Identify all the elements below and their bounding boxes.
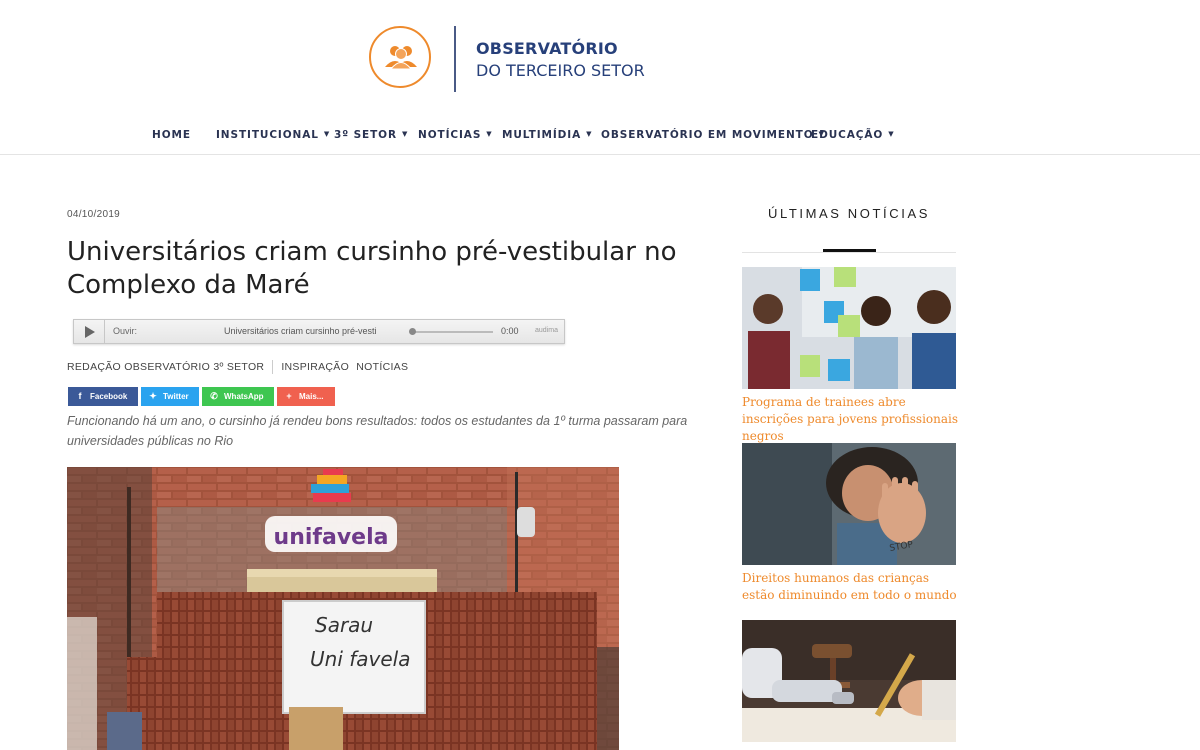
news-thumbnail[interactable]: STOP [742,443,956,565]
nav-noticias[interactable]: NOTÍCIAS ▼ [418,129,493,141]
facebook-icon: f [78,391,82,401]
news-link[interactable]: Programa de trainees abre inscrições par… [742,394,962,445]
news-thumbnail[interactable] [742,267,956,389]
player-time: 0:00 [501,326,519,336]
chevron-down-icon: ▼ [888,130,895,138]
share-label: WhatsApp [224,392,264,401]
article-meta: REDAÇÃO OBSERVATÓRIO 3º SETOR INSPIRAÇÃO … [67,360,412,374]
news-link[interactable]: Direitos humanos das crianças estão dimi… [742,570,962,604]
whiteboard-line1: Sarau [315,613,373,637]
plus-icon: + [286,391,292,401]
player-track-title: Universitários criam cursinho pré-vesti [224,326,377,336]
whatsapp-icon: ✆ [210,391,218,401]
sidebar-title: ÚLTIMAS NOTÍCIAS [768,206,930,221]
article-title: Universitários criam cursinho pré-vestib… [67,237,677,300]
nav-label: EDUCAÇÃO [811,129,884,141]
share-label: Facebook [90,392,128,401]
nav-label: 3º SETOR [334,129,397,141]
nav-label: OBSERVATÓRIO EM MOVIMENTO [601,129,814,141]
main-navigation: HOME INSTITUCIONAL ▼ 3º SETOR ▼ NOTÍCIAS ▼ … [0,129,1200,145]
sidebar-title-accent [823,249,876,252]
chevron-down-icon: ▼ [586,130,593,138]
article-author[interactable]: REDAÇÃO OBSERVATÓRIO 3º SETOR [67,361,264,373]
meta-divider [272,360,274,374]
logo-subtitle[interactable]: DO TERCEIRO SETOR [476,61,645,80]
share-more-button[interactable]: + Mais... [277,387,335,406]
share-label: Twitter [163,392,189,401]
logo-title[interactable]: OBSERVATÓRIO [476,39,618,58]
header-divider [0,154,1200,155]
news-thumbnail[interactable] [742,620,956,742]
nav-institucional[interactable]: INSTITUCIONAL ▼ [216,129,330,141]
chevron-down-icon: ▼ [402,130,409,138]
category-link[interactable]: INSPIRAÇÃO [281,361,349,373]
people-group-icon [385,46,417,70]
share-label: Mais... [299,392,324,401]
logo-mark[interactable] [369,26,431,88]
chevron-down-icon: ▼ [486,130,493,138]
nav-label: HOME [152,129,191,141]
logo-divider [454,26,456,92]
nav-multimidia[interactable]: MULTIMÍDIA ▼ [502,129,592,141]
article-image[interactable]: unifavela Sarau Uni favela [67,467,619,750]
share-facebook-button[interactable]: f Facebook [68,387,138,406]
player-seek-handle[interactable] [409,328,416,335]
sidebar-divider [742,252,956,253]
player-listen-label: Ouvir: [113,326,138,336]
nav-label: INSTITUCIONAL [216,129,319,141]
nav-3-setor[interactable]: 3º SETOR ▼ [334,129,408,141]
nav-educacao[interactable]: EDUCAÇÃO ▼ [811,129,895,141]
category-link[interactable]: NOTÍCIAS [356,361,408,373]
audio-player: Ouvir: Universitários criam cursinho pré… [73,319,565,344]
article-excerpt: Funcionando há um ano, o cursinho já ren… [67,414,688,448]
article-date: 04/10/2019 [67,209,121,220]
player-brand[interactable]: audima [535,327,558,334]
share-whatsapp-button[interactable]: ✆ WhatsApp [202,387,274,406]
nav-label: NOTÍCIAS [418,129,482,141]
chevron-down-icon: ▼ [323,130,331,138]
play-icon[interactable] [74,320,105,343]
nav-observatorio-em-movimento[interactable]: OBSERVATÓRIO EM MOVIMENTO ▼ [601,129,825,141]
share-twitter-button[interactable]: ✦ Twitter [141,387,199,406]
player-progress-bar[interactable] [411,331,493,333]
whiteboard-line2: Uni favela [310,647,410,671]
twitter-icon: ✦ [149,391,157,401]
nav-label: MULTIMÍDIA [502,129,582,141]
nav-home[interactable]: HOME [152,129,191,141]
unifavela-sign: unifavela [274,525,389,550]
